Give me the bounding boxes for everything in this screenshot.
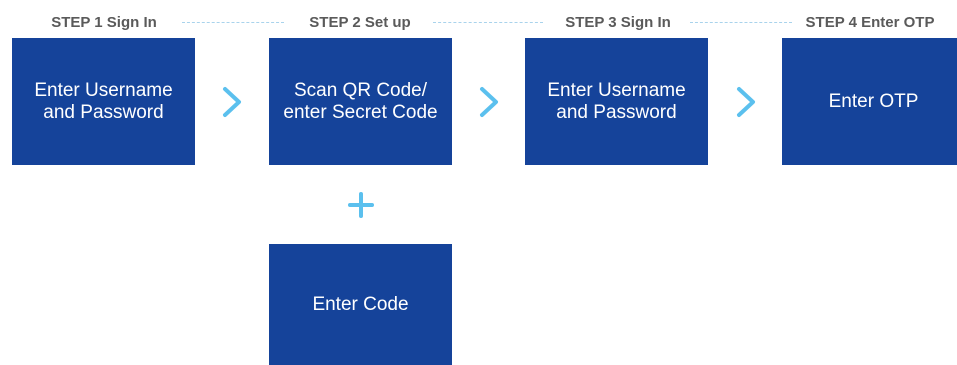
plus-icon bbox=[348, 192, 374, 218]
enter-code-box-line-1: Enter Code bbox=[312, 293, 409, 315]
step-3-box-line-2: and Password bbox=[556, 101, 677, 123]
step-3-box-line-1: Enter Username bbox=[547, 79, 686, 101]
chevron-right-icon bbox=[480, 87, 498, 117]
step-2-label: STEP 2 Set up bbox=[309, 14, 411, 31]
step-3-label: STEP 3 Sign In bbox=[565, 14, 671, 31]
step-1-label: STEP 1 Sign In bbox=[51, 14, 157, 31]
step-connector-line bbox=[690, 22, 792, 23]
step-4-label: STEP 4 Enter OTP bbox=[805, 14, 935, 31]
step-4-box-line-1: Enter OTP bbox=[828, 90, 919, 112]
step-1-box-line-1: Enter Username bbox=[34, 79, 173, 101]
step-2-box: Scan QR Code/ enter Secret Code bbox=[269, 38, 452, 165]
step-2-box-line-1: Scan QR Code/ bbox=[293, 79, 428, 101]
step-1-box: Enter Username and Password bbox=[12, 38, 195, 165]
step-4-box: Enter OTP bbox=[782, 38, 957, 165]
chevron-right-icon bbox=[737, 87, 755, 117]
step-3-box: Enter Username and Password bbox=[525, 38, 708, 165]
step-connector-line bbox=[433, 22, 543, 23]
step-1-box-line-2: and Password bbox=[43, 101, 164, 123]
enter-code-box: Enter Code bbox=[269, 244, 452, 365]
chevron-right-icon bbox=[223, 87, 241, 117]
step-2-box-line-2: enter Secret Code bbox=[283, 101, 438, 123]
step-connector-line bbox=[182, 22, 284, 23]
